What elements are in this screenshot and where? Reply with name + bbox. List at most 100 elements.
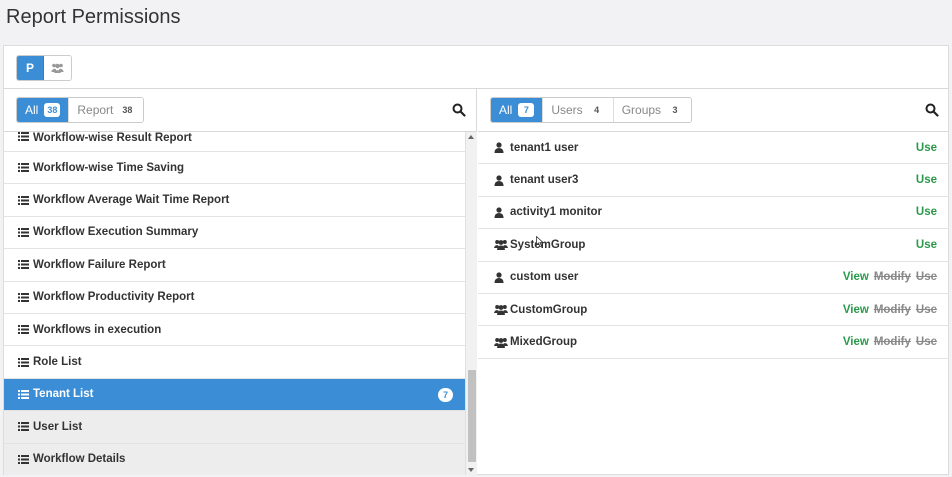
- permission-modify-toggle[interactable]: Modify: [874, 304, 911, 316]
- scroll-up-arrow-icon[interactable]: [468, 135, 474, 139]
- right-tab-groups[interactable]: Groups 3: [613, 98, 692, 122]
- group-view-button[interactable]: [44, 56, 71, 80]
- list-icon: [18, 389, 29, 399]
- report-list-item[interactable]: Role List: [4, 346, 465, 379]
- right-tab-users[interactable]: Users 4: [543, 98, 614, 122]
- permission-use-toggle[interactable]: Use: [916, 271, 937, 283]
- search-icon[interactable]: [452, 103, 466, 117]
- count-badge: 4: [594, 105, 600, 115]
- user-icon: [494, 174, 507, 186]
- report-list-item[interactable]: Workflows in execution: [4, 313, 465, 347]
- list-icon: [18, 163, 29, 173]
- report-name: Tenant List: [33, 388, 94, 401]
- permission-toggles: Use: [911, 132, 937, 163]
- tab-label: Groups: [621, 103, 662, 117]
- permission-use-toggle[interactable]: Use: [916, 239, 937, 251]
- assigned-count-badge: 7: [438, 387, 453, 402]
- principal-name: CustomGroup: [510, 303, 588, 316]
- permission-use-toggle[interactable]: Use: [916, 142, 937, 154]
- principals-list: tenant1 user Use tenant user3 Use activity1 …: [478, 132, 949, 359]
- permission-toggles: View Modify Use: [838, 326, 937, 357]
- report-list-item[interactable]: Workflow-wise Result Report: [4, 132, 465, 152]
- permission-use-toggle[interactable]: Use: [916, 174, 937, 186]
- group-row: SystemGroup Use: [478, 229, 949, 262]
- permission-view-button[interactable]: P: [17, 56, 44, 80]
- mouse-cursor-icon: [536, 236, 544, 247]
- report-name: Workflow Execution Summary: [33, 226, 199, 239]
- list-icon: [18, 325, 29, 335]
- principals-filter-tabs: All 7 Users 4 Groups 3: [490, 97, 693, 123]
- permission-view-toggle[interactable]: View: [843, 271, 869, 283]
- principals-tabbar: All 7 Users 4 Groups 3: [478, 89, 949, 132]
- count-badge: 7: [518, 103, 535, 117]
- report-name: Workflow Average Wait Time Report: [33, 194, 230, 207]
- reports-filter-tabs: All 38 Report 38: [16, 97, 145, 123]
- permission-label: P: [25, 61, 34, 75]
- report-name: Role List: [33, 356, 82, 369]
- principals-column: All 7 Users 4 Groups 3 tenant1 user Use tenant …: [478, 89, 949, 475]
- report-list-item[interactable]: Workflow Execution Summary: [4, 216, 465, 250]
- report-list-item[interactable]: Tenant List 7: [4, 378, 465, 412]
- user-row: activity1 monitor Use: [478, 197, 949, 230]
- permission-toggles: View Modify Use: [838, 262, 937, 293]
- right-tab-all[interactable]: All 7: [491, 98, 544, 122]
- permission-use-toggle[interactable]: Use: [916, 206, 937, 218]
- permission-view-toggle[interactable]: View: [843, 304, 869, 316]
- list-icon: [18, 260, 29, 270]
- group-row: MixedGroup View Modify Use: [478, 326, 949, 359]
- page-title: Report Permissions: [6, 6, 181, 28]
- report-name: Workflow Failure Report: [33, 258, 166, 271]
- tab-label: All: [25, 103, 39, 117]
- count-badge: 38: [122, 105, 133, 115]
- report-list-item[interactable]: Workflow Average Wait Time Report: [4, 184, 465, 217]
- report-list-item[interactable]: User List: [4, 411, 465, 444]
- report-name: Workflow Productivity Report: [33, 291, 195, 304]
- permission-view-toggle[interactable]: View: [843, 336, 869, 348]
- report-name: Workflow-wise Time Saving: [33, 161, 185, 174]
- principal-name: tenant1 user: [510, 141, 579, 154]
- group-icon: [494, 304, 508, 316]
- list-icon: [18, 195, 29, 205]
- permission-toggles: Use: [911, 197, 937, 228]
- report-name: Workflow-wise Result Report: [33, 132, 192, 144]
- view-toggle: P: [16, 55, 72, 81]
- count-badge: 3: [672, 105, 678, 115]
- report-name: User List: [33, 420, 83, 433]
- users-icon: [51, 63, 64, 73]
- group-icon: [494, 337, 508, 348]
- report-list-item[interactable]: Workflow Failure Report: [4, 249, 465, 282]
- report-list-item[interactable]: Workflow Details: [4, 443, 465, 475]
- permission-toggles: Use: [911, 164, 937, 195]
- list-icon: [18, 357, 29, 367]
- permission-toggles: View Modify Use: [838, 294, 937, 325]
- report-name: Workflow Details: [33, 453, 126, 466]
- report-list-item[interactable]: Workflow Productivity Report: [4, 281, 465, 314]
- scroll-down-arrow-icon[interactable]: [468, 468, 474, 472]
- user-row: tenant user3 Use: [478, 164, 949, 197]
- report-list-item[interactable]: Workflow-wise Time Saving: [4, 152, 465, 185]
- list-icon: [18, 132, 29, 141]
- principal-name: MixedGroup: [510, 336, 578, 349]
- report-name: Workflows in execution: [33, 323, 162, 336]
- reports-scrollbar[interactable]: [465, 132, 477, 475]
- permission-modify-toggle[interactable]: Modify: [874, 271, 911, 283]
- search-icon[interactable]: [925, 103, 939, 117]
- scroll-thumb[interactable]: [468, 370, 476, 462]
- permission-toggles: Use: [911, 229, 937, 260]
- list-icon: [18, 454, 29, 464]
- principal-name: activity1 monitor: [510, 206, 603, 219]
- principal-name: tenant user3: [510, 174, 579, 187]
- permission-use-toggle[interactable]: Use: [916, 336, 937, 348]
- user-icon: [494, 207, 507, 218]
- permission-modify-toggle[interactable]: Modify: [874, 336, 911, 348]
- user-row: custom user View Modify Use: [478, 262, 949, 294]
- count-badge: 38: [44, 103, 61, 117]
- group-icon: [494, 239, 508, 251]
- tab-label: All: [499, 103, 513, 117]
- principal-name: custom user: [510, 271, 579, 284]
- list-icon: [18, 292, 29, 302]
- permission-use-toggle[interactable]: Use: [916, 304, 937, 316]
- tab-label: Users: [551, 103, 583, 117]
- left-tab-report[interactable]: Report 38: [69, 98, 144, 122]
- left-tab-all[interactable]: All 38: [17, 98, 70, 122]
